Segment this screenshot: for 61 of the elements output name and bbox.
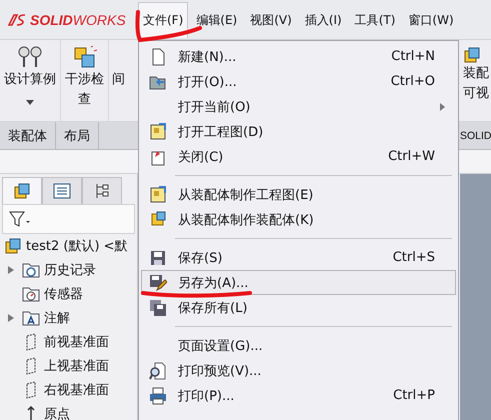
folder-clock-icon	[22, 261, 40, 279]
menu-item[interactable]: 从装配体制作装配体(K)	[141, 207, 456, 232]
expand-arrow-icon[interactable]	[8, 266, 14, 274]
tree-item[interactable]: 前视基准面	[44, 333, 109, 351]
menu-item[interactable]: 打开(O)... Ctrl+O	[141, 69, 456, 94]
drawing-sheet-icon	[149, 186, 167, 204]
folder-gauge-icon	[22, 285, 40, 303]
assembly-icon	[149, 210, 167, 228]
tree-item[interactable]: test2 (默认) <默	[26, 237, 128, 255]
floppy-pencil-icon	[149, 274, 167, 292]
expand-arrow-icon[interactable]	[8, 314, 14, 322]
menu-item[interactable]: 窗口(W)	[403, 2, 459, 38]
assembly-icon	[463, 46, 481, 64]
command-tab[interactable]: 装配体	[0, 122, 56, 149]
panel-tab[interactable]	[2, 177, 42, 204]
command-tab[interactable]: 布局	[56, 122, 99, 149]
menu-item[interactable]: 保存(S) Ctrl+S	[141, 245, 456, 270]
probe-icon	[17, 46, 43, 70]
toolbar-button[interactable]: 设计算例	[0, 40, 61, 121]
tree-item[interactable]: 右视基准面	[44, 381, 109, 399]
assembly-icon	[13, 182, 31, 200]
menu-item[interactable]: 保存所有(L)	[141, 295, 456, 320]
tree-item[interactable]: 上视基准面	[44, 357, 109, 375]
panel-tab[interactable]	[82, 177, 122, 204]
assembly-icon	[4, 237, 22, 255]
menu-item[interactable]: 打印预览(V)...	[141, 358, 456, 383]
tree-item[interactable]: 注解	[44, 309, 70, 327]
folder-letter-icon	[22, 309, 40, 327]
menu-item[interactable]: 打开工程图(D)	[141, 119, 456, 144]
property-list-icon	[53, 182, 71, 200]
app-logo: SOLIDWORKS	[30, 12, 126, 28]
menu-item[interactable]: 打开当前(O)	[141, 94, 456, 119]
panel-tab[interactable]	[42, 177, 82, 204]
menu-item[interactable]: 视图(V)	[245, 2, 297, 38]
filter-icon	[9, 211, 31, 227]
filter-field[interactable]	[2, 204, 135, 234]
menu-item[interactable]: 编辑(E)	[191, 2, 242, 38]
magnifier-page-icon	[149, 362, 167, 380]
menu-item[interactable]: 文件(F)	[138, 2, 188, 38]
menu-item[interactable]: 关闭(C) Ctrl+W	[141, 144, 456, 169]
floppy-stack-icon	[149, 298, 167, 316]
toolbar-button[interactable]: 干涉检查	[61, 40, 109, 121]
menu-item[interactable]: 打印(P)... Ctrl+P	[141, 383, 456, 408]
logo-icon	[8, 12, 26, 26]
caret-icon	[26, 100, 34, 105]
menu-item[interactable]: 页面设置(G)...	[141, 333, 456, 358]
command-tab[interactable]: SOLID	[460, 122, 491, 149]
printer-icon	[149, 386, 167, 404]
toolbar-button[interactable]: 装配 可视	[461, 40, 491, 121]
toolbar-button[interactable]: 间	[109, 40, 125, 121]
origin-icon	[27, 406, 35, 420]
overlapping-cubes-icon	[72, 46, 96, 70]
drawing-sheet-icon	[149, 122, 167, 140]
tree-item[interactable]: 原点	[44, 405, 70, 420]
menu-item[interactable]: 插入(I)	[300, 2, 347, 38]
menu-item[interactable]: 另存为(A)...	[141, 270, 456, 295]
tree-item[interactable]: 传感器	[44, 285, 83, 303]
menu-item[interactable]: 工具(T)	[350, 2, 400, 38]
tree-item[interactable]: 历史记录	[44, 261, 96, 279]
menu-item[interactable]: 从装配体制作工程图(E)	[141, 182, 456, 207]
menu-item[interactable]: 新建(N)... Ctrl+N	[141, 44, 456, 69]
